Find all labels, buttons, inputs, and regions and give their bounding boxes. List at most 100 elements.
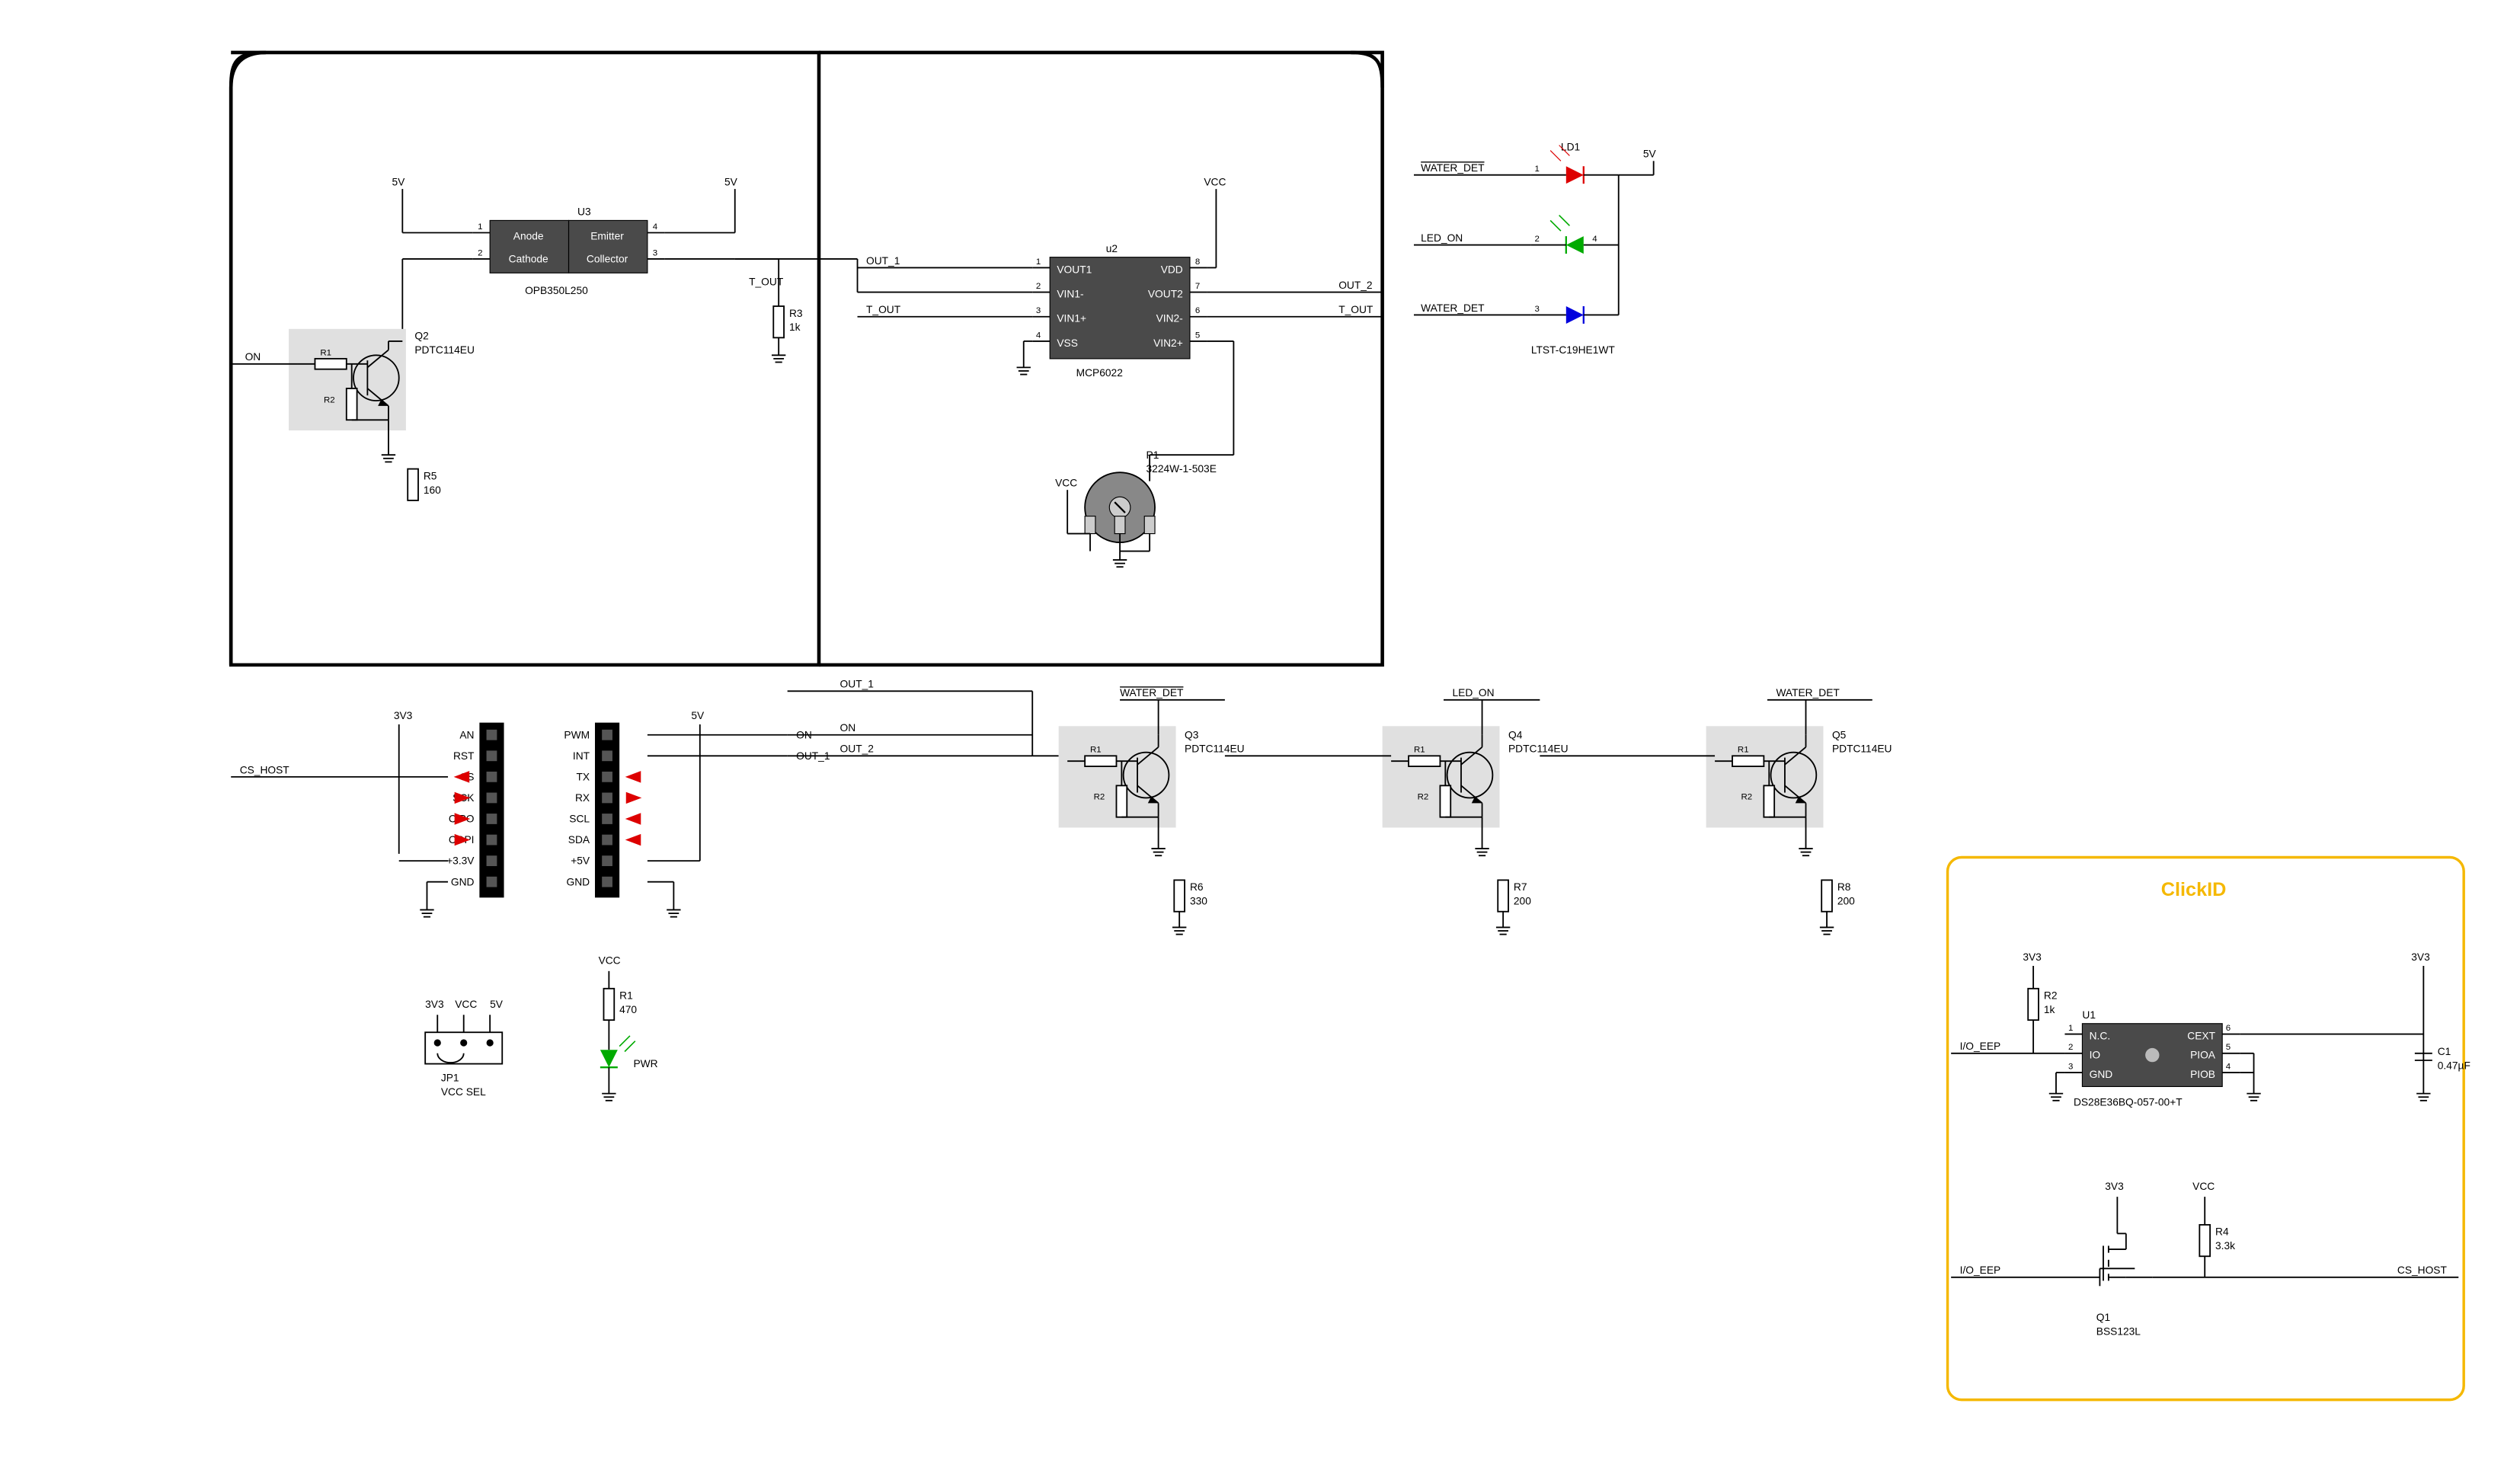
svg-text:R6: R6 <box>1190 881 1204 893</box>
svg-text:VSS: VSS <box>1057 337 1078 349</box>
svg-text:4: 4 <box>2226 1062 2231 1071</box>
svg-text:4: 4 <box>1036 331 1041 340</box>
net-t_out-u3: T_OUT <box>749 276 784 287</box>
ld1-part: LTST-C19HE1WT <box>1531 344 1615 356</box>
svg-text:WATER_DET: WATER_DET <box>1776 687 1840 699</box>
svg-text:GND: GND <box>2090 1069 2113 1080</box>
svg-text:2: 2 <box>478 248 482 257</box>
net-out1-u2: OUT_1 <box>866 255 900 267</box>
svg-text:5V: 5V <box>490 999 504 1010</box>
clickid-frame <box>1948 858 2464 1400</box>
svg-text:LED_ON: LED_ON <box>1453 687 1495 699</box>
svg-text:3: 3 <box>1036 306 1041 315</box>
q2-ref: Q2 <box>414 331 428 342</box>
r3-val: 1k <box>789 321 801 333</box>
component-q5: Q5 PDTC114EU R1 R2 <box>1706 726 1892 827</box>
u3-pin3-label: Collector <box>587 254 628 265</box>
component-u3: Anode Cathode Emitter Collector U3 OPB35… <box>472 206 665 296</box>
svg-text:GND: GND <box>451 876 475 887</box>
component-q2: Q2 PDTC114EU R1 R2 <box>289 329 475 430</box>
svg-text:R8: R8 <box>1837 881 1851 893</box>
svg-text:Q3: Q3 <box>1185 729 1199 740</box>
svg-text:VCC: VCC <box>455 999 477 1010</box>
svg-text:3: 3 <box>2068 1062 2073 1071</box>
svg-text:DS28E36BQ-057-00+T: DS28E36BQ-057-00+T <box>2074 1097 2183 1108</box>
net-tout2-u2: T_OUT <box>1338 304 1374 315</box>
svg-text:1: 1 <box>2068 1024 2073 1033</box>
svg-text:PWM: PWM <box>564 729 590 740</box>
svg-text:VIN2-: VIN2- <box>1156 313 1183 324</box>
svg-text:6: 6 <box>2226 1024 2231 1033</box>
u3-ref: U3 <box>577 206 591 218</box>
svg-text:OUT_2: OUT_2 <box>840 743 874 755</box>
svg-text:0.47µF: 0.47µF <box>2438 1060 2470 1071</box>
svg-text:JP1: JP1 <box>441 1073 459 1084</box>
svg-text:R2: R2 <box>1418 793 1429 802</box>
r5-val: 160 <box>424 484 441 496</box>
svg-text:PWR: PWR <box>634 1058 658 1069</box>
svg-text:3V3: 3V3 <box>2411 951 2430 963</box>
svg-text:200: 200 <box>1514 896 1531 907</box>
svg-text:330: 330 <box>1190 896 1207 907</box>
svg-text:Q5: Q5 <box>1832 729 1847 740</box>
svg-text:PIOA: PIOA <box>2190 1050 2216 1061</box>
svg-text:SCL: SCL <box>569 814 590 825</box>
net-vcc-u2: VCC <box>1204 176 1226 187</box>
svg-text:1: 1 <box>1036 257 1041 267</box>
svg-text:2: 2 <box>2068 1043 2073 1052</box>
svg-text:3: 3 <box>653 248 657 257</box>
svg-text:5: 5 <box>1195 331 1200 340</box>
svg-text:6: 6 <box>1195 306 1200 315</box>
svg-text:R1: R1 <box>1090 746 1102 755</box>
svg-text:R4: R4 <box>2215 1226 2229 1238</box>
svg-text:3V3: 3V3 <box>394 710 413 721</box>
svg-text:TX: TX <box>576 771 590 782</box>
svg-text:5V: 5V <box>691 710 705 721</box>
component-r3: R3 1k <box>772 289 803 362</box>
svg-text:RST: RST <box>453 750 475 762</box>
svg-text:VDD: VDD <box>1161 264 1183 275</box>
svg-text:R2: R2 <box>1741 793 1753 802</box>
svg-text:2: 2 <box>1534 235 1539 244</box>
svg-text:1: 1 <box>1534 165 1539 174</box>
svg-text:R2: R2 <box>1094 793 1105 802</box>
svg-text:I/O_EEP: I/O_EEP <box>1960 1041 2001 1052</box>
svg-text:1k: 1k <box>2044 1004 2055 1015</box>
svg-text:IO: IO <box>2090 1050 2101 1061</box>
r5-ref: R5 <box>424 470 437 481</box>
component-jp1: 3V3 VCC 5V JP1 VCC SEL <box>425 999 504 1098</box>
svg-text:+5V: +5V <box>571 855 590 867</box>
svg-text:VCC: VCC <box>2192 1181 2215 1192</box>
svg-text:VIN1-: VIN1- <box>1057 288 1083 299</box>
svg-text:U1: U1 <box>2082 1009 2096 1021</box>
svg-text:N.C.: N.C. <box>2090 1030 2111 1041</box>
svg-text:PIOB: PIOB <box>2190 1069 2215 1080</box>
svg-text:INT: INT <box>573 750 590 762</box>
net-ledon-ld1: LED_ON <box>1421 232 1463 244</box>
svg-text:CEXT: CEXT <box>2187 1030 2215 1041</box>
svg-text:OUT_1: OUT_1 <box>840 679 874 690</box>
svg-text:5: 5 <box>2226 1043 2231 1052</box>
svg-text:Q4: Q4 <box>1508 729 1523 740</box>
svg-text:C1: C1 <box>2438 1046 2451 1057</box>
r3-ref: R3 <box>789 308 803 319</box>
component-p1: P1 3224W-1-503E <box>1085 449 1217 542</box>
svg-text:SDA: SDA <box>568 834 590 846</box>
net-tout-u2: T_OUT <box>866 304 901 315</box>
ld1-ref: LD1 <box>1561 142 1580 153</box>
svg-text:1: 1 <box>478 222 482 232</box>
svg-text:RX: RX <box>575 792 590 804</box>
svg-text:R1: R1 <box>619 990 633 1002</box>
svg-text:Q1: Q1 <box>2096 1312 2110 1323</box>
u3-part: OPB350L250 <box>525 285 588 296</box>
svg-text:3V3: 3V3 <box>425 999 444 1010</box>
svg-text:R7: R7 <box>1514 881 1527 893</box>
net-wdn-ld1: WATER_DET <box>1421 162 1485 174</box>
schematic-canvas: Anode Cathode Emitter Collector U3 OPB35… <box>0 0 2520 1457</box>
svg-text:R1: R1 <box>1414 746 1425 755</box>
clickid-title: ClickID <box>2161 879 2227 900</box>
schematic-svg: Anode Cathode Emitter Collector U3 OPB35… <box>0 0 2520 1457</box>
svg-text:PDTC114EU: PDTC114EU <box>1185 743 1245 755</box>
svg-text:4: 4 <box>1592 235 1597 244</box>
header-right: PWM INT TX RX SCL SDA +5V GND 5V <box>564 710 705 897</box>
